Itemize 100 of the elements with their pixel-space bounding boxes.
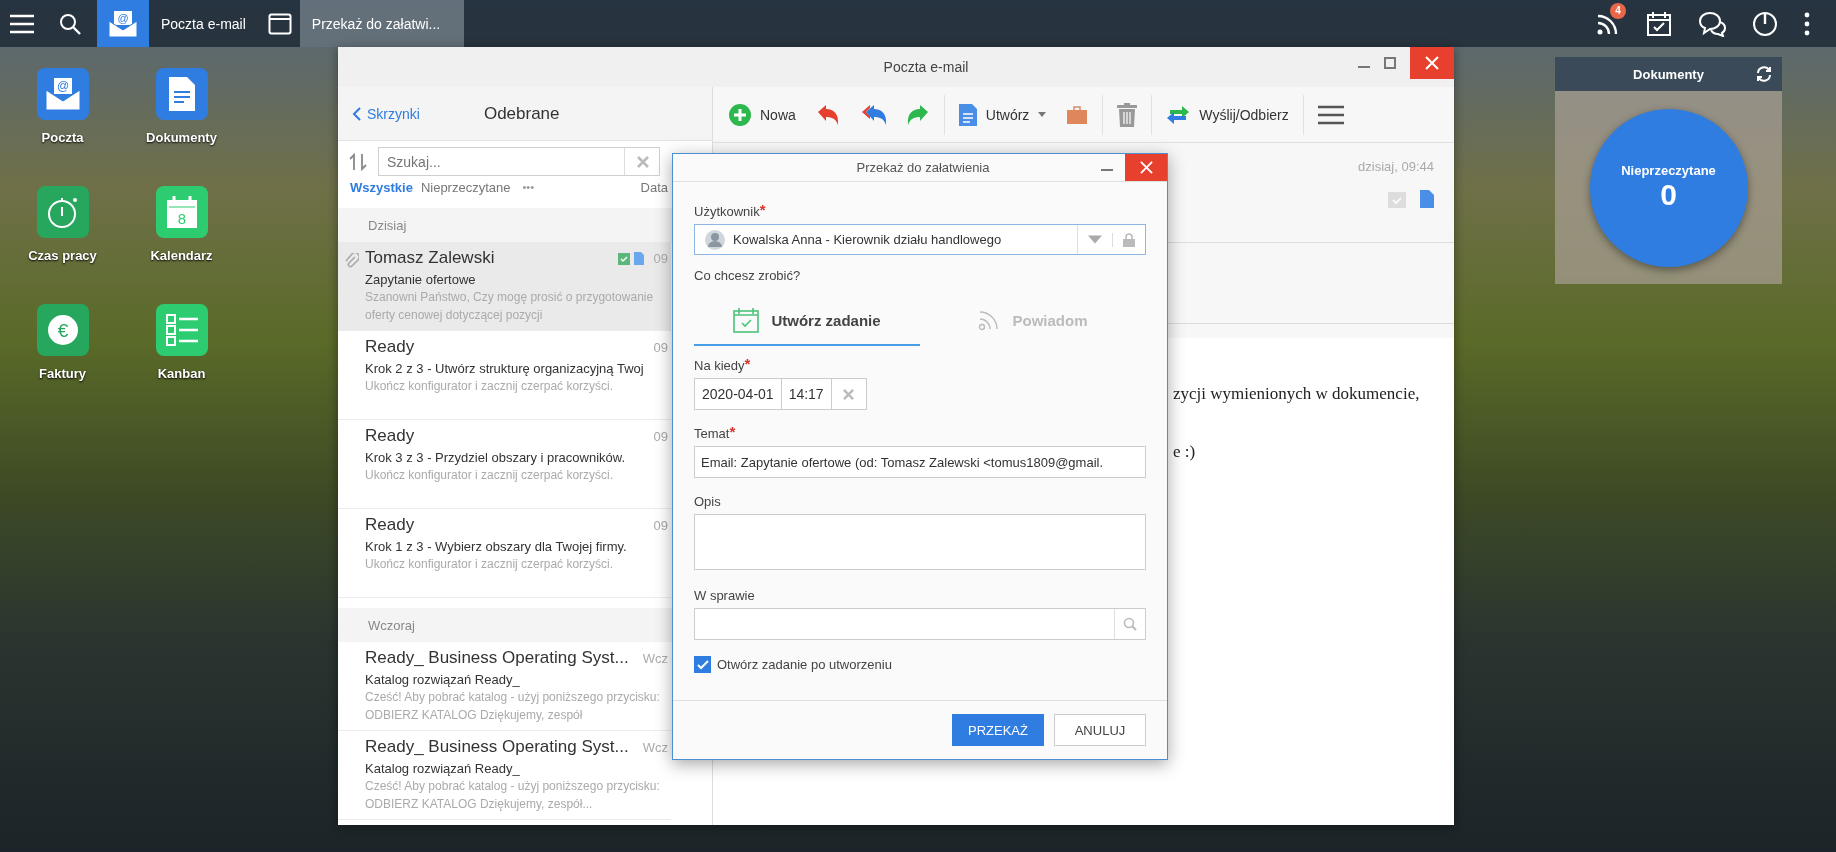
field-label: W sprawie bbox=[694, 588, 756, 603]
app-tile[interactable] bbox=[155, 68, 208, 120]
group-label: Dzisiaj bbox=[368, 217, 407, 233]
close-icon bbox=[1425, 56, 1439, 70]
field-label: Temat bbox=[694, 426, 730, 441]
message-item[interactable]: Ready_ Business Operating Syst... Wcz Katalog rozwiązań Ready_ Cześć! Aby pobrać katalog - użyj poniższego przycisku: ODBIERZ KATALOG Dziękujemy, zespół bbox=[338, 642, 671, 731]
app-label[interactable]: Faktury bbox=[39, 366, 86, 390]
back-link[interactable]: Skrzynki bbox=[352, 105, 420, 122]
message-item[interactable]: Ready 09 Krok 1 z 3 - Wybierz obszary dla Twojej firmy. Ukończ konfigurator i zacznij czerpać korzyści. bbox=[338, 509, 671, 598]
message-item[interactable]: Ready 09 Krok 2 z 3 - Utwórz strukturę organizacyjną Twoj Ukończ konfigurator i zacznij czerpać korzyści. bbox=[338, 331, 671, 420]
close-button[interactable] bbox=[1410, 47, 1454, 79]
calendar-check-icon[interactable] bbox=[1646, 10, 1672, 37]
check-icon bbox=[696, 659, 709, 670]
message-time: Wcz bbox=[642, 650, 668, 666]
rss-icon bbox=[978, 309, 1001, 331]
chat-icon[interactable] bbox=[1698, 10, 1726, 37]
message-time: 09 bbox=[653, 428, 668, 444]
window-title: Poczta e-mail bbox=[882, 59, 969, 75]
forward-icon[interactable] bbox=[905, 102, 930, 127]
time-field[interactable]: 14:17 bbox=[781, 378, 832, 410]
message-item[interactable]: Ready 09 Krok 3 z 3 - Przydziel obszary i pracowników. Ukończ konfigurator i zacznij czerpać korzyści. bbox=[338, 420, 671, 509]
message-body-text: e :) bbox=[1173, 442, 1197, 462]
more-icon[interactable] bbox=[1804, 11, 1810, 36]
checkbox-label[interactable]: Otwórz zadanie po utworzeniu bbox=[717, 657, 892, 672]
subject-field[interactable]: Email: Zapytanie ofertowe (od: Tomasz Zalewski <tomus1809@gmail. bbox=[694, 446, 1146, 478]
document-icon bbox=[958, 103, 977, 126]
required-mark: * bbox=[759, 204, 766, 216]
field-label: Użytkownik bbox=[694, 204, 760, 219]
app-label[interactable]: Dokumenty bbox=[146, 130, 217, 154]
close-icon bbox=[1139, 161, 1153, 174]
filter-tab[interactable]: Nieprzeczytane bbox=[420, 179, 519, 195]
message-preview: Ukończ konfigurator i zacznij czerpać korzyści. bbox=[365, 467, 615, 484]
taskbar-tab[interactable]: Przekaż do załatwi... bbox=[299, 0, 464, 47]
app-tile[interactable]: @ bbox=[36, 68, 89, 120]
sort-label[interactable]: Data bbox=[640, 179, 668, 195]
sender-name: Ready_ Business Operating Syst... bbox=[365, 648, 629, 668]
message-subject: Katalog rozwiązań Ready_ bbox=[365, 672, 521, 687]
taskbar-tab[interactable]: Poczta e-mail bbox=[149, 0, 258, 47]
document-icon bbox=[167, 76, 196, 112]
new-button[interactable]: Nowa bbox=[719, 94, 806, 135]
counter-circle[interactable]: Nieprzeczytane 0 bbox=[1589, 108, 1748, 267]
message-date: dzisiaj, 09:44 bbox=[1358, 159, 1434, 174]
chevron-left-icon bbox=[352, 106, 361, 121]
submit-button[interactable]: PRZEKAŻ bbox=[952, 714, 1044, 746]
send-receive-button[interactable]: Wyślij/Odbierz bbox=[1156, 94, 1299, 135]
message-preview: Cześć! Aby pobrać katalog - użyj poniższego przycisku: ODBIERZ KATALOG Dziękujemy, zespół... bbox=[365, 778, 661, 813]
counter-value: 0 bbox=[1660, 178, 1677, 212]
message-item[interactable]: Tomasz Zalewski 09 Zapytanie ofertowe Szanowni Państwo, Czy mogę prosić o przygotowanie oferty cenowej dotyczącej pozycji bbox=[338, 242, 671, 331]
app-tile[interactable] bbox=[36, 186, 89, 238]
maximize-icon[interactable] bbox=[1384, 57, 1396, 69]
counter-label: Nieprzeczytane bbox=[1621, 163, 1716, 178]
mail-icon[interactable]: @ bbox=[97, 0, 149, 47]
search-icon[interactable] bbox=[59, 12, 81, 35]
cancel-button[interactable]: ANULUJ bbox=[1054, 714, 1146, 746]
message-subject: Katalog rozwiązań Ready_ bbox=[365, 761, 521, 776]
action-tab[interactable]: Utwórz zadanie bbox=[694, 296, 920, 346]
document-icon bbox=[1420, 190, 1434, 208]
field-label: Co chcesz zrobić? bbox=[694, 268, 802, 283]
euro-coin-icon: € bbox=[46, 314, 79, 346]
message-subject: Krok 2 z 3 - Utwórz strukturę organizacyjną Twoj bbox=[365, 361, 645, 376]
create-button[interactable]: Utwórz bbox=[948, 94, 1057, 135]
checkbox[interactable] bbox=[694, 656, 711, 673]
message-preview: Ukończ konfigurator i zacznij czerpać korzyści. bbox=[365, 378, 615, 395]
stopwatch-icon bbox=[45, 195, 80, 229]
document-icon bbox=[633, 251, 644, 265]
required-mark: * bbox=[729, 426, 736, 438]
app-label[interactable]: Kalendarz bbox=[150, 248, 213, 272]
sender-name: Ready bbox=[365, 515, 415, 535]
field-label: Na kiedy bbox=[694, 358, 745, 373]
power-icon[interactable] bbox=[1752, 10, 1778, 37]
message-preview: Cześć! Aby pobrać katalog - użyj poniższego przycisku: ODBIERZ KATALOG Dziękujemy, zespół bbox=[365, 689, 661, 724]
trash-icon[interactable] bbox=[1117, 102, 1138, 127]
field-label: Opis bbox=[694, 494, 722, 509]
message-time: Wcz bbox=[642, 739, 668, 755]
message-body-text: zycji wymienionych w dokumencie, bbox=[1173, 384, 1421, 404]
message-item[interactable]: Ready_ Business Operating Syst... Wcz Katalog rozwiązań Ready_ Cześć! Aby pobrać katalog - użyj poniższego przycisku: ODBIERZ KATALOG Dziękujemy, zespół... bbox=[338, 731, 671, 820]
briefcase-icon[interactable] bbox=[1066, 104, 1089, 125]
case-field[interactable] bbox=[694, 608, 1146, 640]
sender-name: Ready bbox=[365, 337, 415, 357]
message-subject: Krok 3 z 3 - Przydziel obszary i pracowników. bbox=[365, 450, 627, 465]
task-icon bbox=[1388, 190, 1406, 208]
sender-name: Ready bbox=[365, 426, 415, 446]
app-label[interactable]: Czas pracy bbox=[28, 248, 97, 272]
caret-icon bbox=[1038, 112, 1047, 117]
close-button[interactable] bbox=[1125, 154, 1167, 181]
app-tile[interactable] bbox=[155, 304, 208, 356]
menu-icon[interactable] bbox=[1317, 104, 1344, 125]
message-time: 09 bbox=[653, 339, 668, 355]
reply-icon[interactable] bbox=[815, 102, 840, 127]
app-label[interactable]: Poczta bbox=[41, 130, 84, 154]
user-select[interactable]: Kowalska Anna - Kierownik działu handlowego bbox=[694, 224, 1146, 255]
filter-tab[interactable]: Wszystkie bbox=[350, 179, 421, 195]
plus-icon bbox=[729, 103, 751, 126]
search-field[interactable]: Szukaj... bbox=[378, 147, 660, 176]
paperclip-icon bbox=[345, 253, 359, 269]
sender-name: Tomasz Zalewski bbox=[365, 248, 495, 268]
description-field[interactable] bbox=[694, 514, 1146, 570]
group-label: Wczoraj bbox=[368, 617, 415, 633]
date-field[interactable]: 2020-04-01 bbox=[694, 378, 782, 410]
app-label[interactable]: Kanban bbox=[157, 366, 206, 390]
